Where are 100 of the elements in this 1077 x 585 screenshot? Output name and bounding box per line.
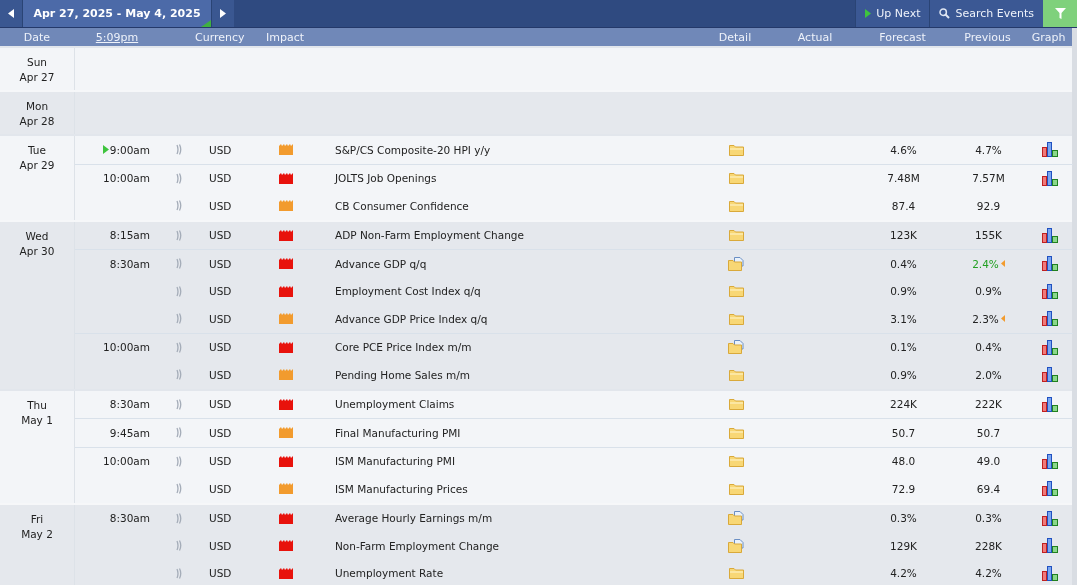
folder-icon[interactable] [728,398,744,411]
folder-icon[interactable] [728,285,744,298]
event-title[interactable]: ISM Manufacturing PMI [335,455,456,468]
column-header: Graph [1030,30,1067,44]
folder-document-icon[interactable] [728,538,744,553]
bar-chart-icon[interactable] [1041,453,1058,469]
event-title[interactable]: JOLTS Job Openings [335,172,437,185]
event-title[interactable]: Unemployment Claims [335,398,455,411]
search-events-button[interactable]: Search Events [929,0,1043,27]
bar-chart-icon[interactable] [1041,510,1058,526]
folder-icon[interactable] [728,312,744,325]
sound-icon[interactable] [175,341,182,353]
sound-icon[interactable] [175,455,182,467]
event-row[interactable]: USD Non-Farm Employment Change 129K 228K [75,532,1073,560]
event-row[interactable]: USD CB Consumer Confidence 87.4 92.9 [75,192,1073,220]
event-row[interactable]: 10:00am USD Core PCE Price Index m/m 0.1% 0.4% [75,333,1073,361]
bar-chart-icon[interactable] [1041,565,1058,581]
event-title[interactable]: Unemployment Rate [335,567,444,580]
folder-icon[interactable] [728,426,744,439]
event-time: 9:45am [109,426,150,439]
event-row[interactable]: 8:30am USD Unemployment Claims 224K 222K [75,390,1073,418]
filter-button[interactable] [1043,0,1077,27]
sound-icon[interactable] [175,258,182,270]
folder-document-icon[interactable] [728,340,744,355]
event-title[interactable]: Employment Cost Index q/q [335,285,481,298]
folder-icon[interactable] [728,567,744,580]
event-row[interactable]: 8:30am USD Average Hourly Earnings m/m 0.3% 0.3% [75,504,1073,532]
event-row[interactable]: 10:00am USD JOLTS Job Openings 7.48M 7.57M [75,164,1073,192]
event-title[interactable]: Pending Home Sales m/m [335,368,470,381]
bar-chart-icon[interactable] [1041,283,1058,299]
event-time: 8:30am [109,257,150,270]
event-row[interactable]: 9:45am USD Final Manufacturing PMI 50.7 50.7 [75,419,1073,447]
event-title[interactable]: Final Manufacturing PMI [335,426,461,439]
sound-icon[interactable] [175,172,182,184]
event-row[interactable]: USD ISM Manufacturing Prices 72.9 69.4 [75,475,1073,503]
event-title[interactable]: Advance GDP Price Index q/q [335,312,488,325]
folder-icon[interactable] [728,368,744,381]
sound-icon[interactable] [175,313,182,325]
previous-week-button[interactable] [0,0,22,27]
event-title[interactable]: S&P/CS Composite-20 HPI y/y [335,143,491,156]
event-title[interactable]: Average Hourly Earnings m/m [335,512,493,525]
event-row[interactable]: USD Pending Home Sales m/m 0.9% 2.0% [75,361,1073,389]
event-title[interactable]: CB Consumer Confidence [335,199,469,212]
date-label: Apr 30 [19,243,55,259]
bar-chart-icon[interactable] [1041,367,1058,383]
bar-chart-icon[interactable] [1041,538,1058,554]
sound-icon[interactable] [175,427,182,439]
bar-chart-icon[interactable] [1041,227,1058,243]
event-row[interactable]: USD Employment Cost Index q/q 0.9% 0.9% [75,277,1073,305]
event-title[interactable]: Non-Farm Employment Change [335,539,499,552]
currency-label: USD [209,143,232,156]
previous-value: 7.57M [972,172,1005,185]
sound-icon[interactable] [175,229,182,241]
event-row[interactable]: 8:15am USD ADP Non-Farm Employment Change 123K 155K [75,221,1073,249]
bar-chart-icon[interactable] [1041,339,1058,355]
folder-icon[interactable] [728,199,744,212]
currency-label: USD [209,368,232,381]
sound-icon[interactable] [175,398,182,410]
sound-icon[interactable] [175,567,182,579]
bar-chart-icon[interactable] [1041,256,1058,272]
event-row[interactable]: USD Unemployment Rate 4.2% 4.2% [75,559,1073,585]
folder-document-icon[interactable] [728,511,744,526]
event-title[interactable]: Core PCE Price Index m/m [335,341,472,354]
sound-icon[interactable] [175,369,182,381]
sound-icon[interactable] [175,285,182,297]
bar-chart-icon[interactable] [1041,481,1058,497]
event-row[interactable]: USD Advance GDP Price Index q/q 3.1% 2.3% [75,305,1073,333]
folder-icon[interactable] [728,482,744,495]
folder-icon[interactable] [728,143,744,156]
event-title[interactable]: ISM Manufacturing Prices [335,482,468,495]
bar-chart-icon[interactable] [1041,396,1058,412]
event-time: 10:00am [103,455,150,468]
bar-chart-icon[interactable] [1041,311,1058,327]
right-arrow-icon [220,9,226,18]
folder-icon[interactable] [728,455,744,468]
sound-icon[interactable] [175,483,182,495]
event-title[interactable]: Advance GDP q/q [335,257,427,270]
column-header: Date [22,30,52,44]
next-week-button[interactable] [212,0,234,27]
event-time: 8:30am [109,398,150,411]
folder-document-icon[interactable] [728,256,744,271]
column-header: Impact [264,30,305,44]
event-row[interactable]: 8:30am USD Advance GDP q/q 0.4% 2.4% [75,250,1073,278]
event-row[interactable]: 9:00am USD S&P/CS Composite-20 HPI y/y 4.6% 4.7% [75,136,1073,164]
bar-chart-icon[interactable] [1041,170,1058,186]
up-next-button[interactable]: Up Next [855,0,930,27]
sound-icon[interactable] [175,512,182,524]
event-title[interactable]: ADP Non-Farm Employment Change [335,229,524,242]
folder-icon[interactable] [728,229,744,242]
column-header: Previous [963,30,1012,44]
date-range-button[interactable]: Apr 27, 2025 - May 4, 2025 [22,0,212,27]
currency-label: USD [209,312,232,325]
date-label: Apr 27 [19,70,55,85]
sound-icon[interactable] [175,540,182,552]
event-row[interactable]: 10:00am USD ISM Manufacturing PMI 48.0 49.0 [75,447,1073,475]
previous-value: 2.3% [972,312,999,325]
bar-chart-icon[interactable] [1041,142,1058,158]
sound-icon[interactable] [175,200,182,212]
folder-icon[interactable] [728,172,744,185]
sound-icon[interactable] [175,144,182,156]
